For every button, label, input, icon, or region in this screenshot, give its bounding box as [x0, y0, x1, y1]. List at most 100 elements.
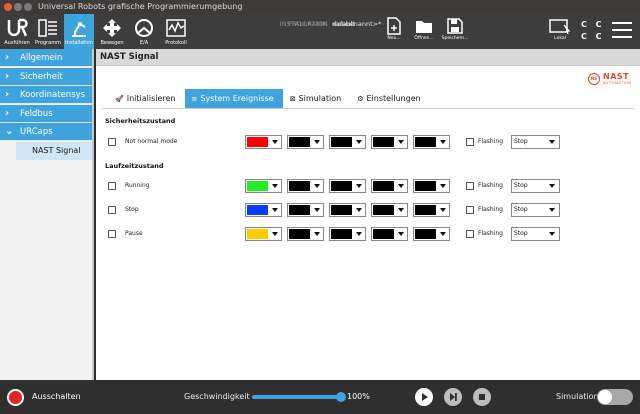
event-label: Not normal mode — [125, 138, 178, 145]
color-select[interactable] — [245, 179, 282, 193]
main-panel: NAST Signal NS NAST AUTOMATION 🚀 Initiali… — [96, 49, 640, 380]
flashing-checkbox[interactable] — [466, 206, 474, 214]
action-select[interactable]: Stop — [511, 135, 560, 149]
chevron-right-icon: › — [5, 70, 10, 82]
nav-move-button[interactable]: Bewegen — [97, 14, 127, 49]
power-button[interactable] — [7, 389, 24, 406]
event-enable-checkbox[interactable] — [108, 230, 116, 238]
step-button[interactable] — [444, 388, 462, 406]
simulation-toggle[interactable] — [597, 389, 633, 405]
flashing-checkbox[interactable] — [466, 182, 474, 190]
nav-program-button[interactable]: Programm — [33, 14, 63, 49]
sidebar-item-urcaps[interactable]: ⌄ URCaps — [0, 123, 92, 141]
nav-program-label: Programm — [35, 40, 61, 46]
nast-logo: NS NAST AUTOMATION — [588, 71, 632, 89]
tab-label: Initialisieren — [126, 94, 176, 103]
section-safety-title: Sicherheitszustand — [105, 117, 176, 125]
menu-icon[interactable] — [612, 22, 632, 40]
nav-run-button[interactable]: Ausführen — [2, 14, 32, 49]
window-maximize-icon[interactable] — [24, 3, 32, 11]
color-select[interactable] — [329, 203, 366, 217]
stop-button[interactable] — [473, 388, 491, 406]
color-select[interactable] — [413, 227, 450, 241]
color-swatch — [373, 205, 394, 215]
dropdown-arrow-icon — [549, 140, 555, 144]
action-select[interactable]: Stop — [511, 227, 560, 241]
dropdown-arrow-icon — [440, 184, 446, 188]
dropdown-arrow-icon — [356, 184, 362, 188]
header-bar: Ausführen Programm Installation Bewegen … — [0, 14, 640, 49]
action-select[interactable]: Stop — [511, 179, 560, 193]
color-select[interactable] — [287, 179, 324, 193]
power-label: Ausschalten — [32, 392, 81, 401]
dropdown-arrow-icon — [272, 208, 278, 212]
dropdown-arrow-icon — [398, 140, 404, 144]
color-select[interactable] — [245, 135, 282, 149]
dropdown-arrow-icon — [272, 184, 278, 188]
event-enable-checkbox[interactable] — [108, 206, 116, 214]
gear-icon: ⚙ — [357, 95, 364, 103]
color-swatch — [247, 229, 268, 239]
color-select[interactable] — [287, 203, 324, 217]
nav-io-button[interactable]: E/A — [129, 14, 159, 49]
tab-simulation[interactable]: ⊠ Simulation — [283, 89, 351, 108]
color-select[interactable] — [413, 203, 450, 217]
nav-log-button[interactable]: Protokoll — [161, 14, 191, 49]
window-close-icon[interactable] — [4, 3, 12, 11]
color-select[interactable] — [329, 179, 366, 193]
event-enable-checkbox[interactable] — [108, 182, 116, 190]
sidebar-item-sicherheit[interactable]: › Sicherheit — [0, 67, 92, 86]
nast-logo-name: NAST — [603, 72, 630, 81]
save-file-label: Speichern... — [441, 36, 469, 41]
color-select[interactable] — [287, 135, 324, 149]
sidebar-item-koordinatensys[interactable]: › Koordinatensys — [0, 86, 92, 104]
action-select-value: Stop — [514, 230, 528, 237]
io-icon — [135, 19, 153, 37]
speed-slider-handle[interactable] — [336, 392, 346, 402]
nav-installation-button[interactable]: Installation — [64, 14, 94, 49]
color-select[interactable] — [413, 179, 450, 193]
window-title: Universal Robots grafische Programmierum… — [38, 2, 243, 11]
tab-einstellungen[interactable]: ⚙ Einstellungen — [350, 89, 430, 108]
color-select[interactable] — [329, 227, 366, 241]
nav-log-label: Protokoll — [165, 40, 187, 46]
save-file-button[interactable]: Speichern... — [441, 16, 469, 48]
tab-system-ereignisse[interactable]: ≡ System Ereignisse — [184, 89, 283, 108]
color-select[interactable] — [371, 179, 408, 193]
sidebar-item-allgemein[interactable]: › Allgemein — [0, 49, 92, 67]
flashing-label: Flashing — [478, 206, 504, 213]
color-select[interactable] — [371, 203, 408, 217]
color-select[interactable] — [245, 203, 282, 217]
tab-label: Einstellungen — [366, 94, 421, 103]
dropdown-arrow-icon — [314, 140, 320, 144]
sidebar-item-feldbus[interactable]: › Feldbus — [0, 104, 92, 123]
color-select[interactable] — [413, 135, 450, 149]
flashing-checkbox[interactable] — [466, 230, 474, 238]
tab-label: System Ereignisse — [200, 94, 274, 103]
nav-installation-label: Installation — [65, 40, 93, 46]
color-select[interactable] — [371, 227, 408, 241]
section-runtime-title: Laufzeitzustand — [105, 162, 164, 170]
color-swatch — [289, 229, 310, 239]
color-select[interactable] — [329, 135, 366, 149]
sidebar-item-nast-signal[interactable]: NAST Signal — [16, 141, 92, 160]
play-button[interactable] — [415, 388, 433, 406]
open-file-button[interactable]: Öffnen... — [410, 16, 438, 48]
flashing-checkbox[interactable] — [466, 138, 474, 146]
color-select[interactable] — [245, 227, 282, 241]
nav-run-label: Ausführen — [4, 40, 30, 46]
color-swatch — [331, 181, 352, 191]
event-enable-checkbox[interactable] — [108, 138, 116, 146]
window-minimize-icon[interactable] — [14, 3, 22, 11]
new-file-button[interactable]: Neu... — [380, 16, 408, 48]
action-select[interactable]: Stop — [511, 203, 560, 217]
tab-initialisieren[interactable]: 🚀 Initialisieren — [108, 89, 185, 108]
dropdown-arrow-icon — [440, 208, 446, 212]
speed-slider[interactable] — [252, 392, 346, 402]
color-select[interactable] — [371, 135, 408, 149]
color-select[interactable] — [287, 227, 324, 241]
color-swatch — [373, 137, 394, 147]
sidebar-item-label: Allgemein — [20, 53, 63, 63]
local-control-button[interactable]: Lokal — [545, 16, 575, 48]
open-file-label: Öffnen... — [414, 36, 434, 41]
